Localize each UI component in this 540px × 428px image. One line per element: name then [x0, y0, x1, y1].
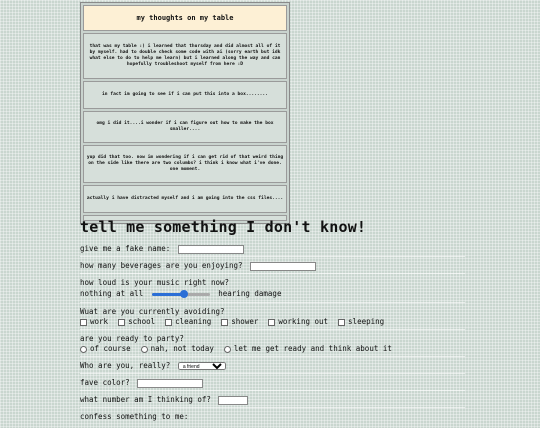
table-row: yup did that too. now im wondering if i … [83, 145, 287, 183]
table-row: that was my table :) i learned that thur… [83, 33, 287, 79]
music-label: how loud is your music right now? [80, 278, 230, 287]
confess-label: confess something to me: [80, 412, 189, 421]
avoiding-option-school[interactable]: school [118, 317, 155, 327]
radio[interactable] [140, 345, 148, 353]
checkbox[interactable] [165, 318, 173, 326]
avoiding-option-sleeping[interactable]: sleeping [338, 317, 384, 327]
checkbox[interactable] [118, 318, 126, 326]
fun-form: tell me something I don't know! give me … [80, 218, 465, 428]
table-title: my thoughts on my table [83, 5, 287, 31]
form-heading: tell me something I don't know! [80, 218, 367, 236]
fake-name-label: give me a fake name: [80, 244, 171, 253]
who-select[interactable]: a friend [177, 362, 226, 370]
table-row: omg i did it....i wonder if i can figure… [83, 111, 287, 143]
table-row: actually i have distracted myself and i … [83, 185, 287, 213]
party-option-think-about-it[interactable]: let me get ready and think about it [223, 344, 392, 354]
party-row: are you ready to party? of course nah, n… [80, 334, 465, 357]
number-row: what number am I thinking of? [80, 395, 465, 408]
music-min-label: nothing at all [80, 289, 144, 298]
checkbox[interactable] [221, 318, 229, 326]
avoiding-label: Wuat are you currently avoiding? [80, 307, 225, 316]
checkbox[interactable] [268, 318, 276, 326]
beverages-label: how many beverages are you enjoying? [80, 261, 243, 270]
who-label: Who are you, really? [80, 361, 171, 370]
avoiding-option-cleaning[interactable]: cleaning [165, 317, 211, 327]
beverages-input[interactable] [250, 261, 317, 271]
radio[interactable] [80, 345, 87, 353]
avoiding-option-shower[interactable]: shower [221, 317, 258, 327]
party-option-of-course[interactable]: of course [80, 344, 131, 354]
slider-fill [151, 293, 184, 296]
music-row: how loud is your music right now? nothin… [80, 278, 465, 303]
checkbox[interactable] [80, 318, 87, 326]
music-volume-slider[interactable] [151, 288, 210, 300]
fake-name-row: give me a fake name: [80, 244, 465, 257]
beverages-row: how many beverages are you enjoying? [80, 261, 465, 274]
color-row: fave color? [80, 378, 465, 391]
avoiding-option-work[interactable]: work [80, 317, 108, 327]
slider-thumb[interactable] [179, 290, 188, 298]
party-label: are you ready to party? [80, 334, 184, 343]
avoiding-option-working-out[interactable]: working out [268, 317, 328, 327]
party-option-not-today[interactable]: nah, not today [140, 344, 214, 354]
music-max-label: hearing damage [218, 289, 282, 298]
color-label: fave color? [80, 378, 130, 387]
checkbox[interactable] [338, 318, 346, 326]
fake-name-input[interactable] [177, 244, 244, 254]
confess-row: confess something to me: [80, 412, 465, 424]
color-input[interactable] [137, 378, 204, 388]
thoughts-table: my thoughts on my table that was my tabl… [80, 2, 290, 224]
number-input[interactable] [218, 395, 249, 405]
table-row: in fact im going to see if i can put thi… [83, 81, 287, 109]
avoiding-row: Wuat are you currently avoiding? work sc… [80, 307, 465, 330]
radio[interactable] [223, 345, 231, 353]
who-row: Who are you, really? a friend [80, 361, 465, 374]
number-label: what number am I thinking of? [80, 395, 211, 404]
